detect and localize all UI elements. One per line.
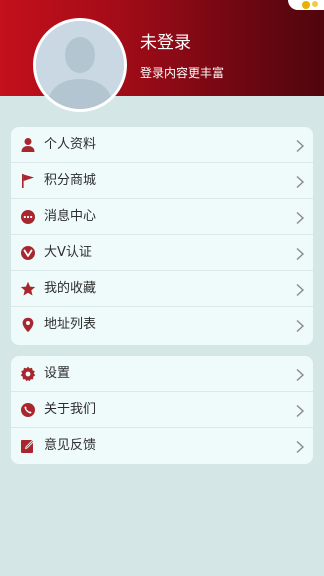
chevron-right-icon xyxy=(295,439,305,454)
menu-item-label: 关于我们 xyxy=(44,402,97,417)
menu-item-label: 大V认证 xyxy=(44,245,92,260)
coin-icon-small xyxy=(312,1,318,7)
chevron-right-icon xyxy=(295,138,305,153)
login-prompt-subtitle[interactable]: 登录内容更丰富 xyxy=(140,65,224,81)
chevron-right-icon xyxy=(295,174,305,189)
default-user-icon xyxy=(36,21,124,109)
menu-item-about-us[interactable]: 关于我们 xyxy=(11,392,313,428)
chevron-right-icon xyxy=(295,367,305,382)
chevron-right-icon xyxy=(295,318,305,333)
location-pin-icon xyxy=(20,317,36,333)
phone-icon xyxy=(20,402,36,418)
menu-item-address-list[interactable]: 地址列表 xyxy=(11,307,313,343)
menu-item-label: 我的收藏 xyxy=(44,281,97,296)
person-icon xyxy=(20,137,36,153)
menu-item-feedback[interactable]: 意见反馈 xyxy=(11,428,313,464)
chevron-right-icon xyxy=(295,282,305,297)
chevron-right-icon xyxy=(295,210,305,225)
menu-item-label: 个人资料 xyxy=(44,137,97,152)
menu-item-points-mall[interactable]: 积分商城 xyxy=(11,163,313,199)
edit-icon xyxy=(20,438,36,454)
points-badge[interactable] xyxy=(288,0,324,10)
menu-item-verification[interactable]: 大V认证 xyxy=(11,235,313,271)
settings-menu-card: 设置 关于我们 意见反馈 xyxy=(11,356,313,464)
menu-item-settings[interactable]: 设置 xyxy=(11,356,313,392)
chevron-right-icon xyxy=(295,246,305,261)
menu-item-label: 积分商城 xyxy=(44,173,97,188)
menu-item-label: 意见反馈 xyxy=(44,438,97,453)
menu-item-label: 设置 xyxy=(44,366,71,381)
login-status-title[interactable]: 未登录 xyxy=(140,33,191,53)
menu-item-label: 消息中心 xyxy=(44,209,97,224)
main-menu-card: 个人资料 积分商城 消息中心 大V认证 我的收藏 地址列表 xyxy=(11,127,313,345)
verified-check-icon xyxy=(20,245,36,261)
flag-icon xyxy=(20,173,36,189)
avatar[interactable] xyxy=(33,18,127,112)
menu-item-label: 地址列表 xyxy=(44,317,97,332)
menu-item-favorites[interactable]: 我的收藏 xyxy=(11,271,313,307)
chevron-right-icon xyxy=(295,403,305,418)
gear-icon xyxy=(20,366,36,382)
star-icon xyxy=(20,281,36,297)
menu-item-profile[interactable]: 个人资料 xyxy=(11,127,313,163)
chat-bubble-icon xyxy=(20,209,36,225)
menu-item-messages[interactable]: 消息中心 xyxy=(11,199,313,235)
coin-icon xyxy=(302,1,310,9)
